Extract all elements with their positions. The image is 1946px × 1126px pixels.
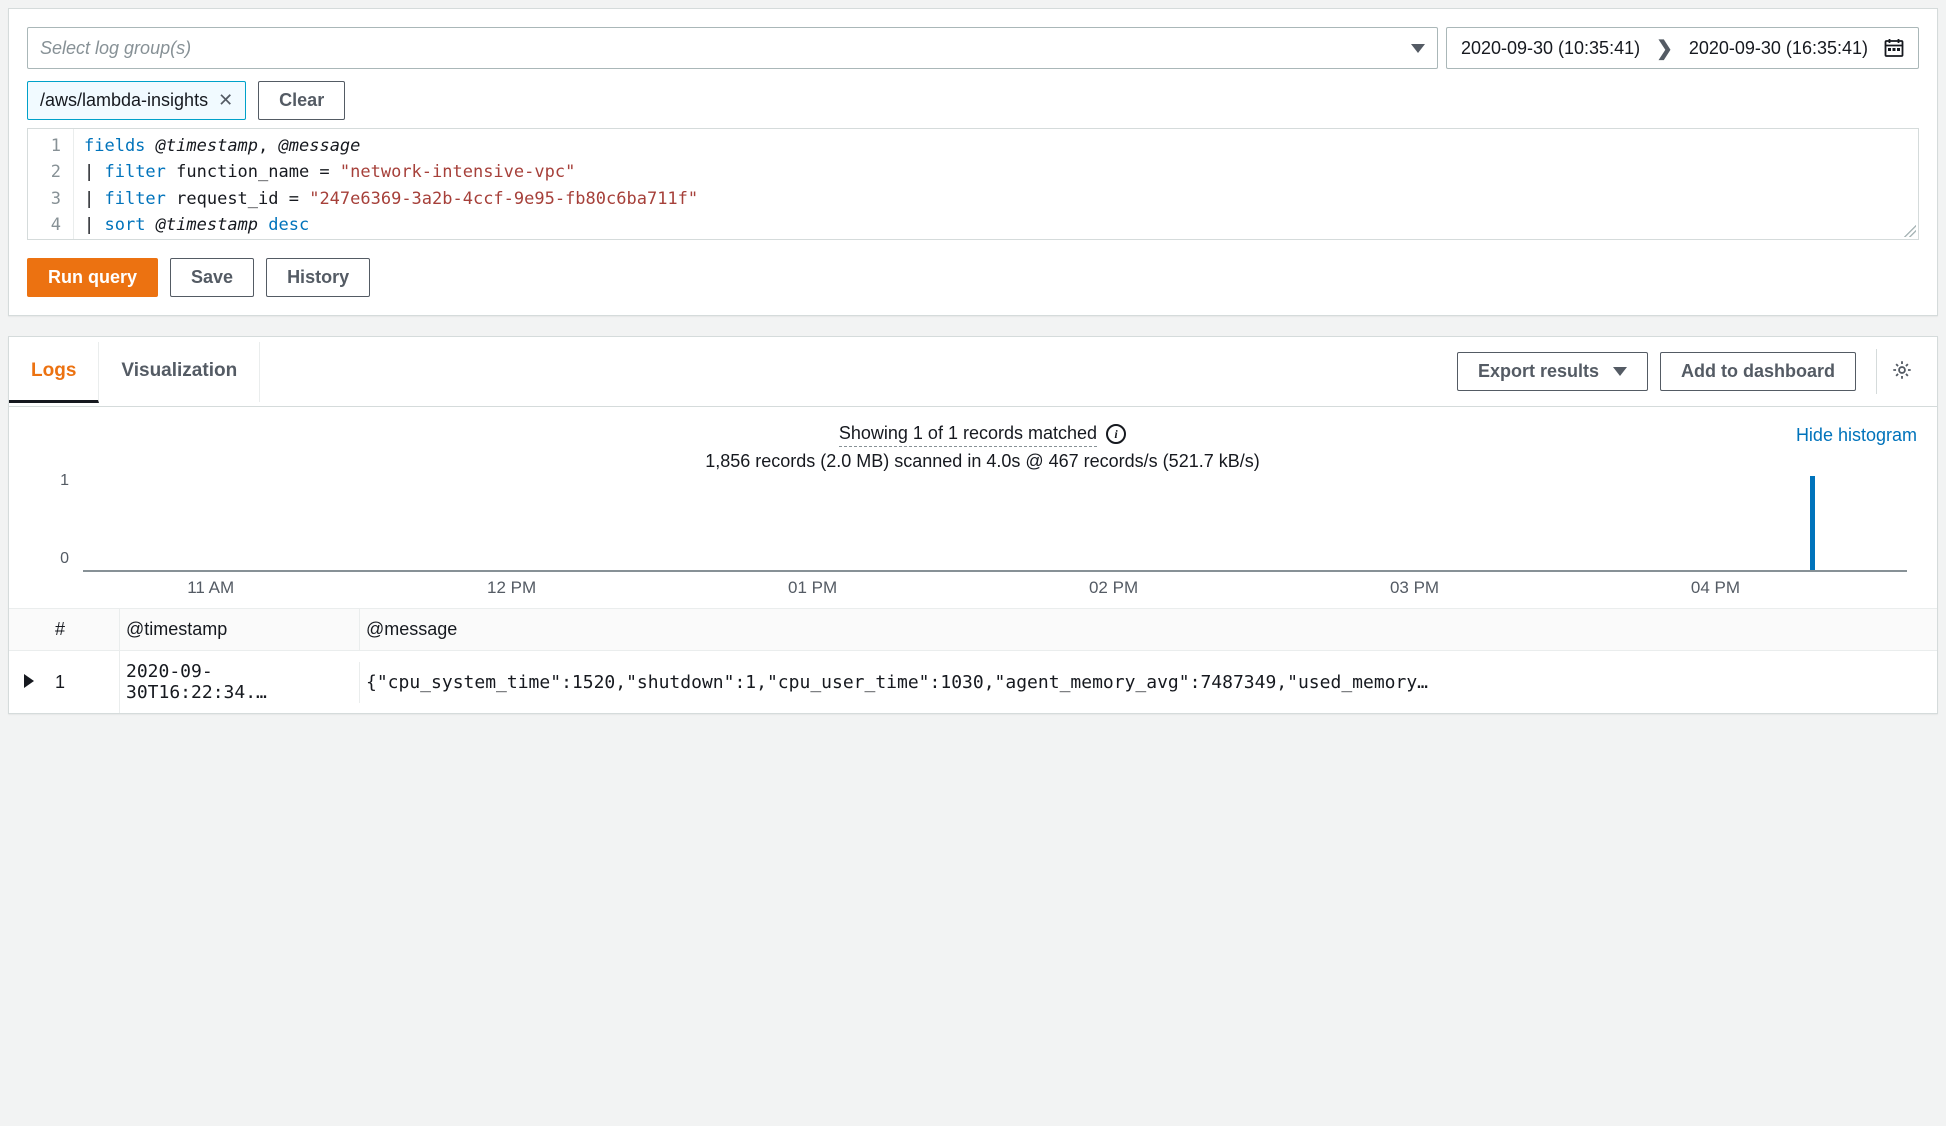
save-button[interactable]: Save — [170, 258, 254, 297]
chevron-right-icon: ❯ — [1656, 36, 1673, 61]
gear-icon[interactable] — [1891, 368, 1913, 384]
histogram-x-axis: 11 AM 12 PM 01 PM 02 PM 03 PM 04 PM — [83, 572, 1907, 598]
tab-logs[interactable]: Logs — [9, 342, 99, 403]
log-group-chip: /aws/lambda-insights ✕ — [27, 81, 246, 120]
close-icon[interactable]: ✕ — [218, 90, 233, 111]
info-icon[interactable]: i — [1106, 424, 1126, 444]
row-message: {"cpu_system_time":1520,"shutdown":1,"cp… — [359, 662, 1937, 703]
clear-button[interactable]: Clear — [258, 81, 345, 120]
date-range-picker[interactable]: 2020-09-30 (10:35:41) ❯ 2020-09-30 (16:3… — [1446, 27, 1919, 69]
col-timestamp[interactable]: @timestamp — [119, 609, 359, 650]
add-to-dashboard-button[interactable]: Add to dashboard — [1660, 352, 1856, 391]
results-table-header: # @timestamp @message — [9, 608, 1937, 650]
date-to: 2020-09-30 (16:35:41) — [1689, 38, 1868, 59]
row-timestamp: 2020-09-30T16:22:34.… — [119, 651, 359, 713]
tabs-right: Export results Add to dashboard — [1457, 337, 1927, 406]
query-editor[interactable]: 1 2 3 4 fields @timestamp, @message | fi… — [27, 128, 1919, 240]
hide-histogram-link[interactable]: Hide histogram — [1796, 423, 1917, 446]
date-from: 2020-09-30 (10:35:41) — [1461, 38, 1640, 59]
query-panel: Select log group(s) 2020-09-30 (10:35:41… — [8, 8, 1938, 316]
tab-visualization[interactable]: Visualization — [99, 342, 260, 402]
selected-groups-row: /aws/lambda-insights ✕ Clear — [27, 81, 1919, 120]
run-query-button[interactable]: Run query — [27, 258, 158, 297]
export-results-button[interactable]: Export results — [1457, 352, 1648, 391]
resize-handle[interactable] — [1904, 225, 1916, 237]
col-message[interactable]: @message — [359, 609, 1937, 650]
settings-wrap — [1876, 349, 1927, 394]
histogram-bar — [1810, 476, 1815, 570]
tabs: Logs Visualization — [9, 342, 1457, 402]
stats-scanned: 1,856 records (2.0 MB) scanned in 4.0s @… — [169, 451, 1796, 472]
chevron-right-icon — [24, 674, 34, 688]
log-group-placeholder: Select log group(s) — [40, 38, 191, 59]
top-row: Select log group(s) 2020-09-30 (10:35:41… — [27, 27, 1919, 69]
chevron-down-icon — [1613, 367, 1627, 376]
stats-center: Showing 1 of 1 records matched i 1,856 r… — [169, 423, 1796, 472]
table-row[interactable]: 1 2020-09-30T16:22:34.… {"cpu_system_tim… — [9, 650, 1937, 713]
log-group-select[interactable]: Select log group(s) — [27, 27, 1438, 69]
query-actions: Run query Save History — [27, 258, 1919, 297]
expand-toggle[interactable] — [9, 672, 49, 693]
chevron-down-icon — [1411, 44, 1425, 53]
editor-gutter: 1 2 3 4 — [28, 129, 74, 239]
log-group-chip-label: /aws/lambda-insights — [40, 90, 208, 111]
stats-matched: Showing 1 of 1 records matched — [839, 423, 1097, 447]
stats-row: Showing 1 of 1 records matched i 1,856 r… — [9, 407, 1937, 472]
editor-code[interactable]: fields @timestamp, @message | filter fun… — [74, 129, 708, 239]
tabs-bar: Logs Visualization Export results Add to… — [9, 337, 1937, 407]
histogram-y-axis: 1 0 — [49, 472, 69, 568]
col-number[interactable]: # — [49, 609, 119, 650]
results-panel: Logs Visualization Export results Add to… — [8, 336, 1938, 714]
histogram: 1 0 11 AM 12 PM 01 PM 02 PM 03 PM 04 PM — [9, 472, 1937, 608]
history-button[interactable]: History — [266, 258, 370, 297]
row-number: 1 — [49, 662, 119, 703]
calendar-icon — [1884, 38, 1904, 58]
histogram-plot[interactable] — [83, 472, 1907, 572]
